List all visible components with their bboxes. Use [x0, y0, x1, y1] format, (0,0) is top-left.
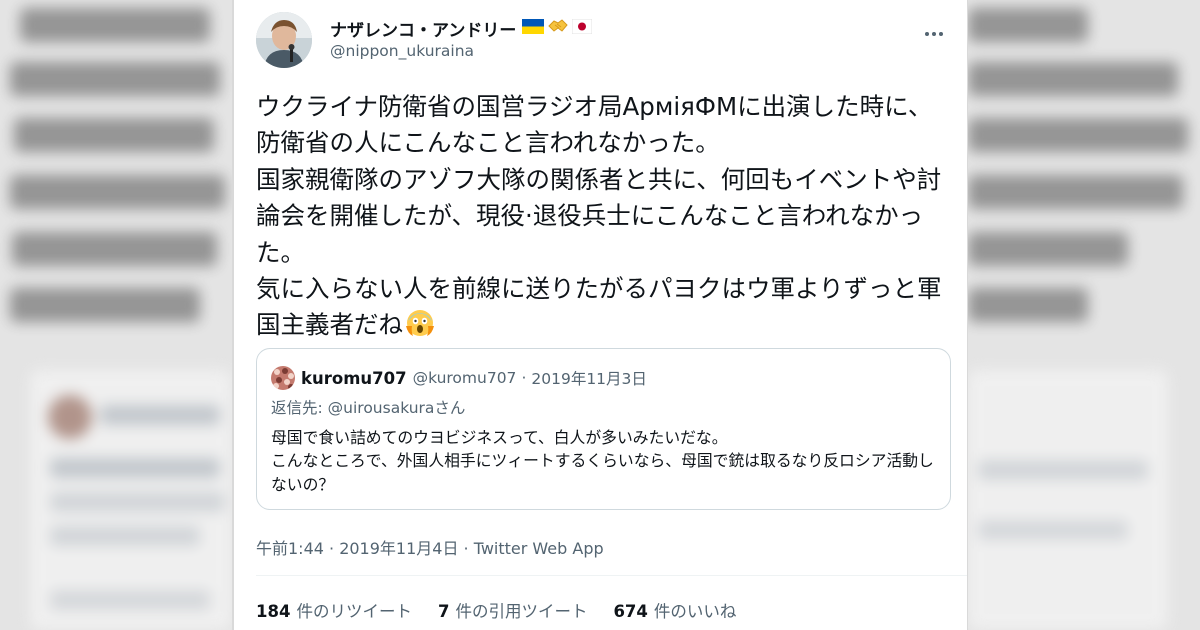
- tweet-text: ウクライナ防衛省の国営ラジオ局АрміяФМに出演した時に、防衛省の人にこんなこ…: [256, 92, 942, 340]
- tweet-body: ウクライナ防衛省の国営ラジオ局АрміяФМに出演した時に、防衛省の人にこんなこ…: [256, 89, 956, 349]
- reply-context: 返信先: @uirousakuraさん: [271, 396, 465, 418]
- reply-suffix: さん: [434, 399, 466, 417]
- quoted-separator: ·: [521, 369, 527, 387]
- quoted-author-name[interactable]: kuromu707: [301, 369, 407, 388]
- like-count: 674: [613, 602, 648, 621]
- like-count-link[interactable]: 674 件のいいね: [613, 598, 736, 622]
- quoted-author-handle[interactable]: @kuromu707: [413, 369, 517, 387]
- author-avatar[interactable]: [256, 12, 312, 68]
- quoted-tweet-text: 母国で食い詰めてのウヨビジネスって、白人が多いみたいだな。 こんなところで、外国…: [271, 428, 934, 494]
- blurred-background-left: [0, 0, 232, 630]
- divider: [256, 575, 967, 576]
- quote-label: 件の引用ツイート: [455, 602, 588, 621]
- ukraine-flag-icon: [522, 18, 545, 39]
- tweet-card: ナザレンコ・アンドリー @nippon_ukuraina ウクライナ防衛省の国営…: [234, 0, 967, 630]
- retweet-count-link[interactable]: 184 件のリツイート: [256, 598, 412, 622]
- quoted-tweet-header: kuromu707 @kuromu707 · 2019年11月3日: [271, 366, 647, 390]
- quoted-tweet[interactable]: kuromu707 @kuromu707 · 2019年11月3日 返信先: @…: [256, 348, 951, 510]
- quoted-date[interactable]: 2019年11月3日: [531, 367, 647, 389]
- tweet-timestamp[interactable]: 午前1:44 · 2019年11月4日 · Twitter Web App: [256, 535, 604, 559]
- handshake-icon: [548, 17, 569, 40]
- like-label: 件のいいね: [653, 602, 737, 621]
- author-display-name-row[interactable]: ナザレンコ・アンドリー: [330, 16, 593, 41]
- retweet-label: 件のリツイート: [296, 602, 412, 621]
- scream-emoji-icon: [405, 308, 435, 348]
- more-dots-icon[interactable]: [924, 18, 944, 42]
- author-handle[interactable]: @nippon_ukuraina: [330, 42, 474, 60]
- reply-mention-link[interactable]: @uirousakura: [328, 399, 435, 417]
- blurred-background-right: [968, 0, 1200, 630]
- reply-prefix: 返信先:: [271, 399, 328, 417]
- engagement-stats: 184 件のリツイート 7 件の引用ツイート 674 件のいいね: [256, 598, 736, 622]
- quoted-author-avatar[interactable]: [271, 366, 295, 390]
- quote-count: 7: [437, 602, 450, 621]
- author-display-name[interactable]: ナザレンコ・アンドリー: [330, 16, 516, 41]
- retweet-count: 184: [256, 602, 291, 621]
- japan-flag-icon: [571, 18, 593, 39]
- quote-count-link[interactable]: 7 件の引用ツイート: [438, 598, 587, 622]
